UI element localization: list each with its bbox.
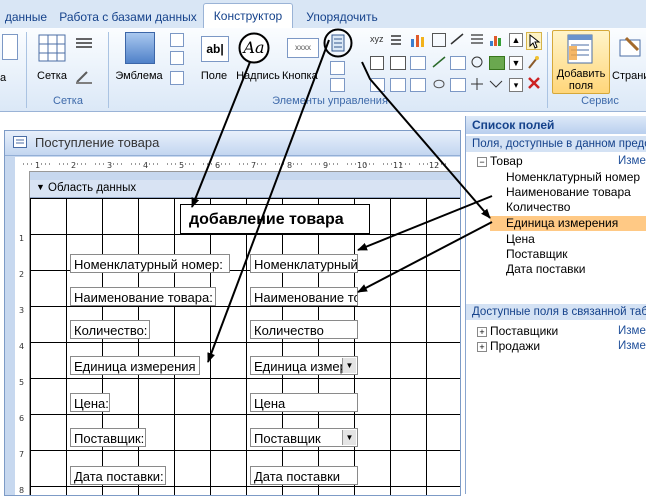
arrow-field-to-nomenclature <box>357 195 493 251</box>
arrow-combobox-tool-to-unit <box>207 39 330 363</box>
arrow-field-to-product-name <box>357 221 493 293</box>
arrow-label-tool-to-header <box>191 61 251 208</box>
arrow-combobox-tool-from-fieldlist <box>361 61 491 219</box>
annotation-arrows <box>191 39 493 363</box>
